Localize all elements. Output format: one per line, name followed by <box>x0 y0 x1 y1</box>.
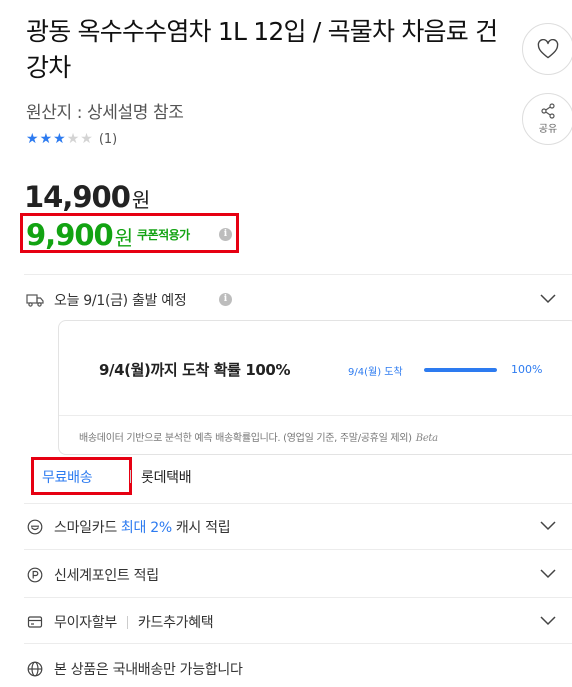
product-title: 광동 옥수수수염차 1L 12입 / 곡물차 차음료 건강차 <box>26 17 498 82</box>
origin-info: 원산지 : 상세설명 참조 <box>26 103 184 123</box>
star-icon: ★ <box>80 131 93 147</box>
shinsegae-point-row[interactable]: 신세계포인트 적립 <box>26 565 159 585</box>
original-price-value: 14,900 <box>24 180 131 214</box>
smile-icon <box>26 518 44 536</box>
beta-label: Beta <box>415 433 438 444</box>
probability-title: 9/4(월)까지 도착 확률 100% <box>99 361 291 379</box>
free-shipping-label: 무료배송 <box>42 470 93 486</box>
card-benefit-label: 카드추가혜택 <box>137 615 214 631</box>
info-icon[interactable]: i <box>219 228 232 241</box>
probability-note-text: 배송데이터 기반으로 분석한 예측 배송확률입니다. (영업일 기준, 주말/공… <box>79 433 412 444</box>
probability-percent: 100% <box>511 363 543 376</box>
coupon-price-value: 9,900 <box>26 218 114 252</box>
divider <box>24 274 572 275</box>
coupon-tag: 쿠폰적용가 <box>137 228 190 242</box>
favorite-button[interactable] <box>522 23 572 75</box>
rating[interactable]: ★ ★ ★ ★ ★ (1) <box>26 131 117 147</box>
probability-bar-fill <box>424 368 497 372</box>
share-label: 공유 <box>538 124 558 135</box>
divider <box>24 549 572 550</box>
star-icon: ★ <box>39 131 53 147</box>
review-count[interactable]: (1) <box>99 132 117 147</box>
star-icon: ★ <box>66 131 80 147</box>
smile-card-suffix: 캐시 적립 <box>175 520 231 536</box>
installment-label: 무이자할부 <box>54 615 117 631</box>
probability-note: 배송데이터 기반으로 분석한 예측 배송확률입니다. (영업일 기준, 주말/공… <box>79 429 438 444</box>
original-price: 14,900 원 <box>24 180 150 217</box>
smile-card-row[interactable]: 스마일카드 최대 2% 캐시 적립 <box>26 517 231 537</box>
divider <box>24 503 572 504</box>
delivery-schedule-row[interactable]: 오늘 9/1(금) 출발 예정 <box>26 290 187 310</box>
original-price-unit: 원 <box>131 188 150 212</box>
star-icon: ★ <box>26 131 39 147</box>
heart-icon <box>537 39 559 59</box>
smile-card-highlight: 최대 2% <box>120 520 172 536</box>
chevron-down-icon[interactable] <box>539 520 557 532</box>
divider <box>59 415 572 416</box>
chevron-down-icon[interactable] <box>539 293 557 305</box>
star-icon: ★ <box>53 131 66 147</box>
domestic-shipping-label: 본 상품은 국내배송만 가능합니다 <box>54 662 243 678</box>
truck-icon <box>26 291 44 309</box>
divider <box>130 470 131 483</box>
delivery-schedule: 오늘 9/1(금) 출발 예정 <box>54 293 187 309</box>
share-icon <box>541 103 555 119</box>
coupon-price-unit: 원 <box>114 226 133 250</box>
delivery-probability-box: 9/4(월)까지 도착 확률 100% 9/4(월) 도착 100% 배송데이터… <box>58 320 572 455</box>
divider <box>24 643 572 644</box>
courier-label: 롯데택배 <box>141 470 192 486</box>
globe-icon <box>26 660 44 678</box>
share-button[interactable]: 공유 <box>522 93 572 145</box>
info-icon[interactable]: i <box>219 293 232 306</box>
coupon-price: 9,900 원 <box>26 218 133 255</box>
card-icon <box>26 613 44 631</box>
divider <box>24 597 572 598</box>
chevron-down-icon[interactable] <box>539 568 557 580</box>
probability-date: 9/4(월) 도착 <box>348 367 403 378</box>
smile-card-label: 스마일카드 <box>54 520 117 536</box>
domestic-shipping-row: 본 상품은 국내배송만 가능합니다 <box>26 659 243 679</box>
probability-bar <box>424 368 497 372</box>
divider <box>126 615 128 629</box>
shinsegae-point-label: 신세계포인트 적립 <box>54 568 159 584</box>
installment-row[interactable]: 무이자할부 카드추가혜택 <box>26 612 214 632</box>
chevron-down-icon[interactable] <box>539 615 557 627</box>
point-icon <box>26 566 44 584</box>
